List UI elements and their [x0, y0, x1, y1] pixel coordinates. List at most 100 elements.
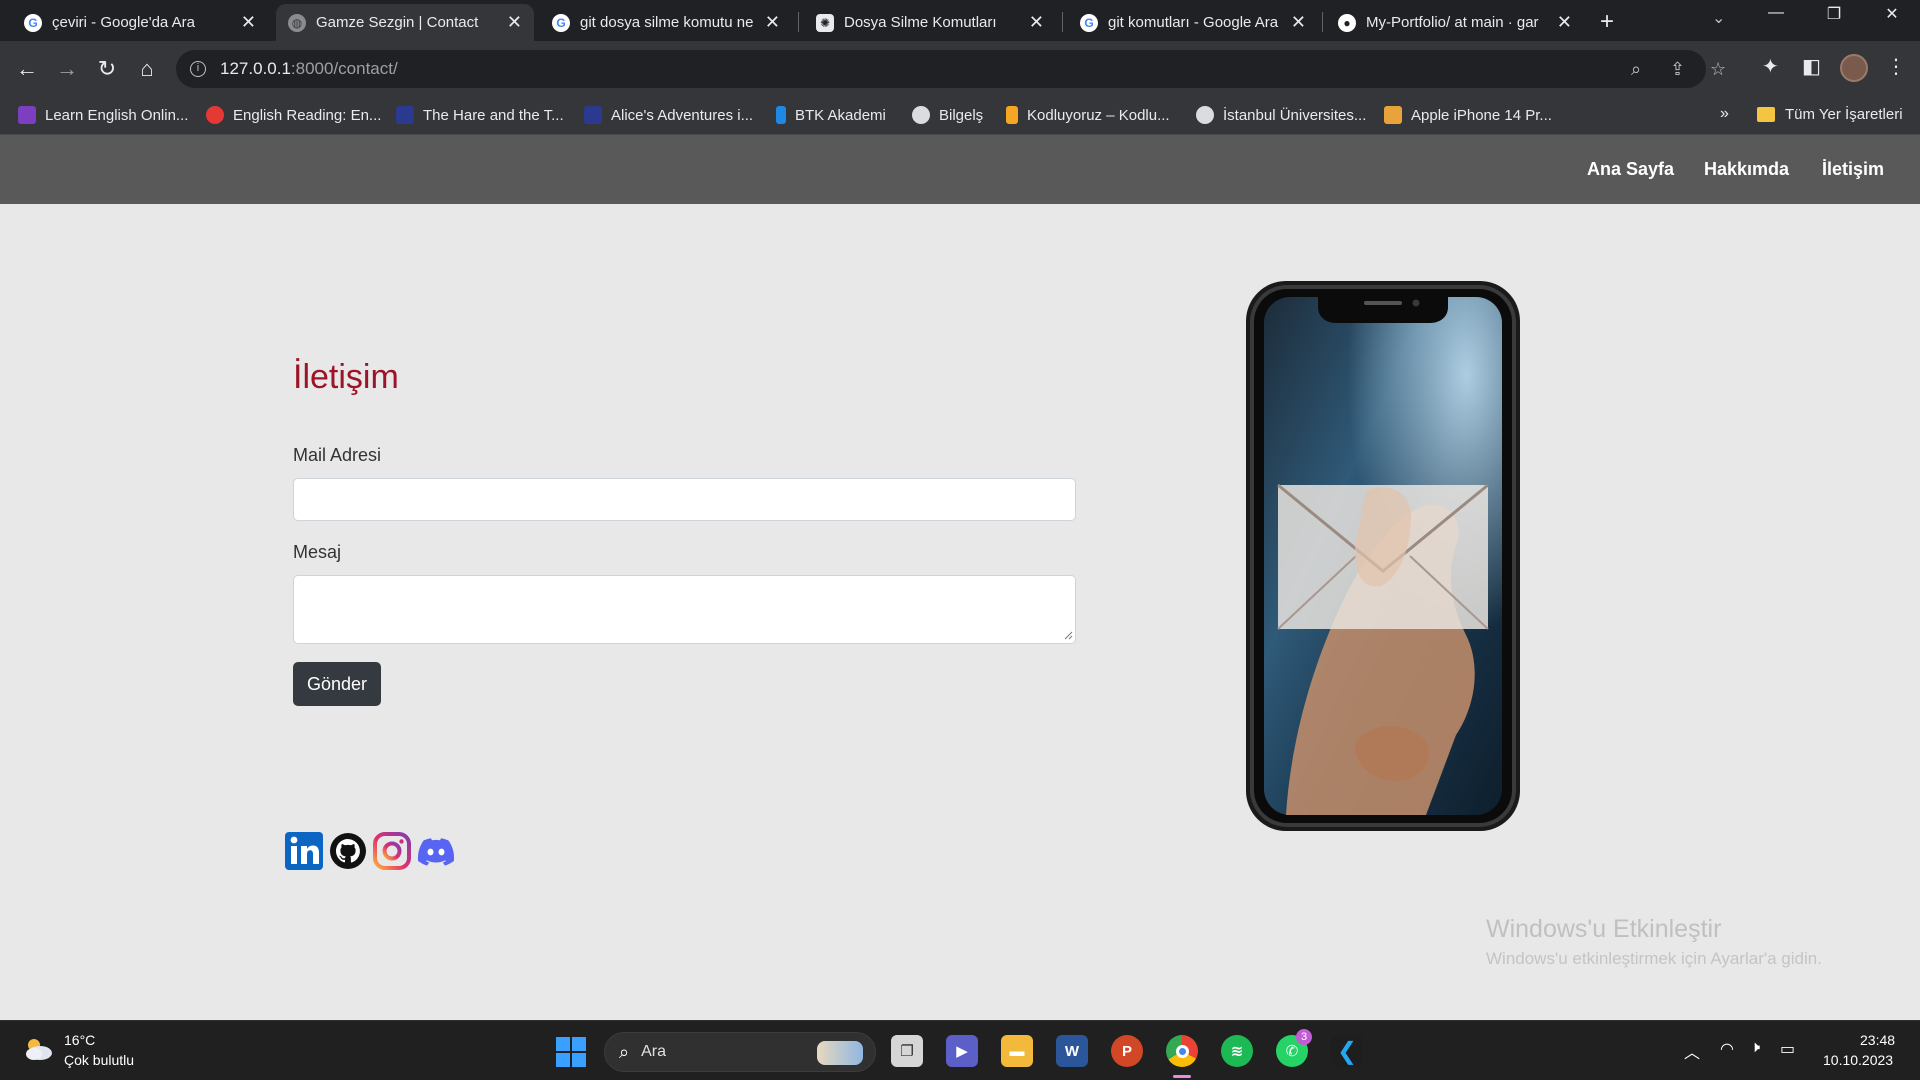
bookmark-bilgels[interactable]: Bilgelş — [912, 106, 983, 124]
url-host: 127.0.0.1 — [220, 59, 291, 78]
tab-ceviri[interactable]: G çeviri - Google'da Ara ✕ — [12, 4, 268, 41]
show-hidden-icons-icon[interactable]: ︿ — [1684, 1039, 1700, 1063]
close-icon[interactable]: ✕ — [1557, 12, 1572, 33]
bookmark-label: Apple iPhone 14 Pr... — [1411, 106, 1552, 124]
teams-chat-icon[interactable]: ▶ — [946, 1035, 978, 1067]
discord-icon[interactable] — [417, 832, 455, 870]
globe-icon: ◍ — [288, 13, 306, 32]
file-explorer-icon[interactable]: ▬ — [1001, 1035, 1033, 1067]
tab-github[interactable]: ● My-Portfolio/ at main · gar ✕ — [1326, 4, 1584, 41]
windows-taskbar: 16°C Çok bulutlu ⌕ Ara ❐ ▶ ▬ W P ≋ ✆ 3 ❮… — [0, 1020, 1920, 1080]
speaker-muted-icon[interactable]: 🕨 — [1750, 1039, 1760, 1057]
tab-title: çeviri - Google'da Ara — [52, 14, 195, 31]
bookmark-english-reading[interactable]: English Reading: En... — [206, 106, 381, 124]
bookmark-star-icon[interactable]: ☆ — [1710, 59, 1726, 80]
clock-time[interactable]: 23:48 — [1860, 1032, 1895, 1048]
weather-temperature[interactable]: 16°C — [64, 1032, 95, 1048]
chrome-icon[interactable] — [1166, 1035, 1198, 1067]
book-icon — [584, 106, 602, 124]
bookmark-iphone[interactable]: Apple iPhone 14 Pr... — [1384, 106, 1552, 124]
tab-contact[interactable]: ◍ Gamze Sezgin | Contact ✕ — [276, 4, 534, 41]
back-icon[interactable]: ← — [12, 54, 42, 84]
english-reading-icon — [206, 106, 224, 124]
bookmark-label: Alice's Adventures i... — [611, 106, 754, 124]
powerpoint-icon[interactable]: P — [1111, 1035, 1143, 1067]
profile-avatar[interactable] — [1840, 54, 1868, 82]
linkedin-icon[interactable] — [285, 832, 323, 870]
vscode-icon[interactable]: ❮ — [1331, 1035, 1363, 1067]
extensions-icon[interactable]: ✦ — [1762, 54, 1779, 79]
close-icon[interactable]: ✕ — [1029, 12, 1044, 33]
close-window-icon[interactable]: ✕ — [1872, 4, 1912, 24]
bookmark-alice[interactable]: Alice's Adventures i... — [584, 106, 753, 124]
close-icon[interactable]: ✕ — [1291, 12, 1306, 33]
bookmark-kodluyoruz[interactable]: Kodluyoruz – Kodlu... — [1006, 106, 1170, 124]
globe-icon — [1196, 106, 1214, 124]
bookmark-label: The Hare and the T... — [423, 106, 564, 124]
wifi-icon[interactable]: ◠ — [1720, 1039, 1734, 1059]
github-icon[interactable] — [329, 832, 367, 870]
search-placeholder: Ara — [641, 1043, 666, 1060]
spotify-icon[interactable]: ≋ — [1221, 1035, 1253, 1067]
site-info-icon[interactable]: i — [190, 61, 206, 77]
forward-icon[interactable]: → — [52, 54, 82, 84]
bookmark-istanbul[interactable]: İstanbul Üniversites... — [1196, 106, 1366, 124]
nav-iletisim[interactable]: İletişim — [1822, 159, 1884, 180]
side-panel-icon[interactable]: ◧ — [1802, 54, 1821, 79]
tab-search-icon[interactable]: ⌄ — [1712, 8, 1725, 28]
book-icon — [396, 106, 414, 124]
word-icon[interactable]: W — [1056, 1035, 1088, 1067]
page-title: İletişim — [293, 358, 399, 396]
address-bar[interactable]: i 127.0.0.1:8000/contact/ ⌕ ⇪ ☆ — [176, 50, 1726, 88]
whatsapp-badge: 3 — [1296, 1029, 1312, 1045]
tab-title: Dosya Silme Komutları — [844, 14, 997, 31]
new-tab-button[interactable]: + — [1600, 8, 1614, 36]
bookmark-hare[interactable]: The Hare and the T... — [396, 106, 564, 124]
tab-title: My-Portfolio/ at main · gar — [1366, 14, 1539, 31]
clock-date[interactable]: 10.10.2023 — [1823, 1052, 1893, 1068]
close-icon[interactable]: ✕ — [765, 12, 780, 33]
reload-icon[interactable]: ↻ — [92, 54, 122, 84]
battery-icon[interactable]: ▭ — [1780, 1039, 1795, 1059]
bookmark-label: Kodluyoruz – Kodlu... — [1027, 106, 1170, 124]
bookmarks-overflow-button[interactable]: » — [1720, 105, 1729, 123]
bookmark-learn-english[interactable]: Learn English Onlin... — [18, 106, 188, 124]
task-view-icon[interactable]: ❐ — [891, 1035, 923, 1067]
url-rest: :8000/contact/ — [290, 59, 398, 78]
nav-ana-sayfa[interactable]: Ana Sayfa — [1587, 159, 1674, 180]
instagram-icon[interactable] — [373, 832, 411, 870]
close-icon[interactable]: ✕ — [241, 12, 256, 33]
bookmark-label: Learn English Onlin... — [45, 106, 189, 124]
cloudy-weather-icon[interactable] — [22, 1035, 54, 1063]
all-bookmarks-folder[interactable]: Tüm Yer İşaretleri — [1757, 106, 1903, 123]
chatgpt-icon: ✺ — [816, 13, 834, 32]
windows-start-icon[interactable] — [556, 1037, 586, 1067]
globe-icon — [912, 106, 930, 124]
message-field[interactable] — [293, 575, 1076, 644]
email-field[interactable] — [293, 478, 1076, 521]
url-text: 127.0.0.1:8000/contact/ — [220, 59, 398, 79]
zoom-icon[interactable]: ⌕ — [1631, 59, 1641, 80]
chrome-center — [1175, 1044, 1189, 1058]
restore-icon[interactable]: ❐ — [1814, 4, 1854, 24]
share-icon[interactable]: ⇪ — [1670, 59, 1685, 80]
send-button[interactable]: Gönder — [293, 662, 381, 706]
taskbar-search[interactable]: ⌕ Ara — [604, 1032, 876, 1072]
nav-hakkimda[interactable]: Hakkımda — [1704, 159, 1789, 180]
start-tile — [572, 1053, 586, 1067]
tab-git-komutlari[interactable]: G git komutları - Google Ara ✕ — [1068, 4, 1318, 41]
menu-icon[interactable]: ⋮ — [1886, 54, 1906, 79]
resize-handle-icon[interactable] — [1064, 631, 1073, 640]
btk-icon — [776, 106, 786, 124]
search-highlight-icon — [817, 1041, 863, 1065]
github-icon: ● — [1338, 13, 1356, 32]
weather-description[interactable]: Çok bulutlu — [64, 1052, 134, 1068]
bookmark-btk[interactable]: BTK Akademi — [776, 106, 886, 124]
start-tile — [572, 1037, 586, 1051]
close-icon[interactable]: ✕ — [507, 12, 522, 33]
store-icon — [1384, 106, 1402, 124]
tab-git-dosya[interactable]: G git dosya silme komutu ne ✕ — [540, 4, 792, 41]
tab-dosya-silme[interactable]: ✺ Dosya Silme Komutları ✕ — [804, 4, 1056, 41]
minimize-icon[interactable]: — — [1756, 4, 1796, 22]
home-icon[interactable]: ⌂ — [132, 54, 162, 84]
